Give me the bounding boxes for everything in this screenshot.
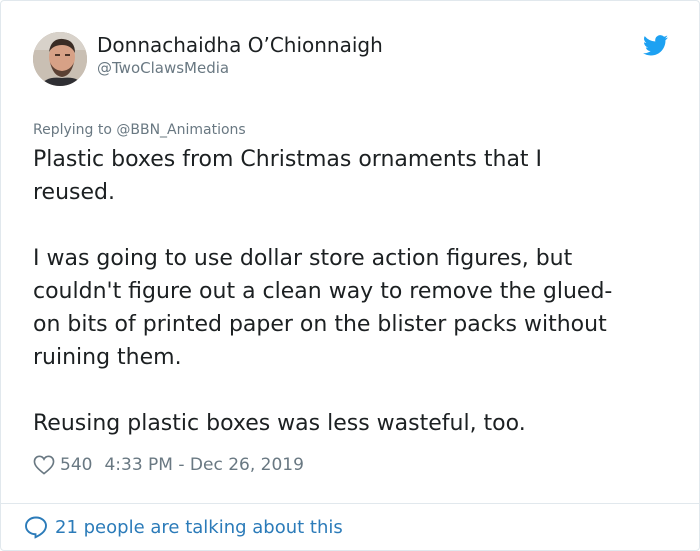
heart-icon[interactable] [33, 455, 55, 475]
tweet-timestamp[interactable]: 4:33 PM - Dec 26, 2019 [104, 455, 303, 475]
tweet-paragraph: I was going to use dollar store action f… [33, 246, 613, 370]
divider [1, 503, 699, 504]
conversation-label[interactable]: 21 people are talking about this [55, 517, 343, 538]
twitter-bird-icon[interactable] [643, 35, 668, 56]
tweet-meta: 540 4:33 PM - Dec 26, 2019 [33, 453, 304, 477]
avatar-photo [33, 32, 87, 86]
avatar[interactable] [33, 32, 87, 86]
tweet-paragraph: Reusing plastic boxes was less wasteful,… [33, 411, 526, 436]
author-name[interactable]: Donnachaidha O’Chionnaigh [97, 33, 383, 57]
tweet-text: Plastic boxes from Christmas ornaments t… [33, 143, 673, 440]
tweet-card: Donnachaidha O’Chionnaigh @TwoClawsMedia… [0, 0, 700, 551]
conversation-link[interactable]: 21 people are talking about this [24, 513, 343, 541]
replying-to[interactable]: Replying to @BBN_Animations [33, 121, 246, 139]
speech-bubble-icon [25, 516, 47, 539]
author-handle[interactable]: @TwoClawsMedia [97, 59, 229, 77]
like-count[interactable]: 540 [60, 455, 92, 475]
tweet-paragraph: Plastic boxes from Christmas ornaments t… [33, 147, 543, 205]
